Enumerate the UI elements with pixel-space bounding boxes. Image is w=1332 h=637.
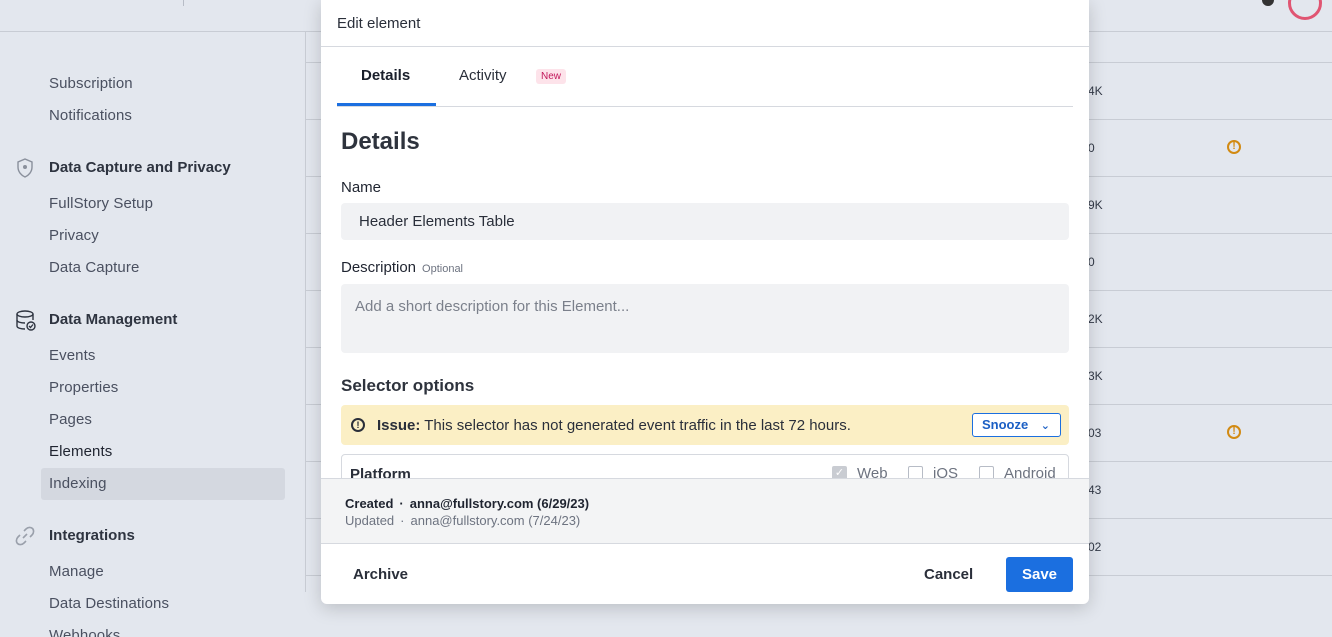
sidebar-section-heading: Data Capture and Privacy: [49, 159, 231, 176]
sidebar-item-notifications[interactable]: Notifications: [49, 107, 132, 124]
alert-icon: !: [351, 418, 365, 432]
modal-content[interactable]: Details Name Header Elements Table Descr…: [341, 108, 1069, 478]
topbar-tick: [183, 0, 184, 6]
name-input[interactable]: Header Elements Table: [341, 203, 1069, 240]
sidebar-item-data-destinations[interactable]: Data Destinations: [49, 595, 169, 612]
sidebar-item-webhooks[interactable]: Webhooks: [49, 627, 120, 637]
sidebar-item-elements[interactable]: Elements: [49, 443, 112, 460]
created-label: Created: [345, 496, 394, 511]
sidebar-item-events[interactable]: Events: [49, 347, 95, 364]
audit-info: Created · anna@fullstory.com (6/29/23) Upd…: [321, 478, 1089, 544]
android-label: Android: [1004, 465, 1056, 478]
table-cell-value: 3K: [1088, 369, 1103, 383]
cancel-button[interactable]: Cancel: [924, 566, 973, 583]
table-cell-value: 2K: [1088, 312, 1103, 326]
description-label: Description Optional: [341, 259, 463, 276]
warning-icon[interactable]: !: [1227, 425, 1241, 439]
ios-label: iOS: [933, 465, 959, 478]
ios-checkbox[interactable]: [908, 466, 923, 478]
edit-element-modal: Edit element Details Activity New Detail…: [321, 0, 1089, 604]
active-tab-indicator: [337, 103, 436, 106]
sidebar-item-properties[interactable]: Properties: [49, 379, 118, 396]
save-button[interactable]: Save: [1006, 557, 1073, 592]
modal-header: Edit element: [321, 0, 1089, 47]
details-heading: Details: [341, 128, 420, 155]
issue-message: This selector has not generated event tr…: [424, 417, 851, 434]
modal-title: Edit element: [337, 15, 421, 32]
modal-footer: Archive Cancel Save: [321, 544, 1089, 604]
table-cell-value: 0: [1088, 255, 1095, 269]
platform-selector: Platform ✓ Web iOS Android: [341, 454, 1069, 478]
tab-activity[interactable]: Activity: [459, 67, 507, 84]
sidebar-item-indexing[interactable]: Indexing: [49, 475, 107, 492]
sidebar-item-data-capture[interactable]: Data Capture: [49, 259, 139, 276]
table-cell-value: 9K: [1088, 198, 1103, 212]
issue-label: Issue:: [377, 417, 421, 434]
snooze-button[interactable]: Snooze ⌄: [972, 413, 1061, 437]
updated-label: Updated: [345, 513, 395, 528]
tab-bar: Details Activity New: [337, 48, 1073, 107]
description-textarea[interactable]: Add a short description for this Element…: [341, 284, 1069, 353]
table-cell-value: 0: [1088, 141, 1095, 155]
table-cell-value: 43: [1088, 483, 1102, 497]
chevron-down-icon: ⌄: [1040, 420, 1050, 432]
issue-text: Issue: This selector has not generated e…: [377, 417, 851, 434]
snooze-label: Snooze: [982, 417, 1029, 432]
description-label-text: Description: [341, 259, 417, 276]
table-cell-value: 03: [1088, 426, 1102, 440]
table-cell-value: 02: [1088, 540, 1102, 554]
link-icon: [14, 525, 36, 547]
database-icon: [14, 309, 36, 331]
sidebar-item-privacy[interactable]: Privacy: [49, 227, 99, 244]
sidebar-section-heading: Data Management: [49, 311, 178, 328]
new-badge: New: [536, 69, 567, 84]
warning-icon[interactable]: !: [1227, 140, 1241, 154]
updated-value: anna@fullstory.com (7/24/23): [410, 513, 581, 528]
avatar[interactable]: [1288, 0, 1322, 20]
tab-details[interactable]: Details: [361, 67, 410, 84]
platform-label: Platform: [350, 466, 411, 478]
sidebar-item-fullstory-setup[interactable]: FullStory Setup: [49, 195, 153, 212]
issue-banner: ! Issue: This selector has not generated…: [341, 405, 1069, 445]
shield-icon: [14, 157, 36, 179]
notification-dot-icon[interactable]: [1262, 0, 1274, 6]
android-checkbox[interactable]: [979, 466, 994, 478]
sidebar-section-heading: Integrations: [49, 527, 135, 544]
separator: ·: [400, 513, 405, 528]
created-value: anna@fullstory.com (6/29/23): [409, 496, 590, 511]
sidebar-item-pages[interactable]: Pages: [49, 411, 92, 428]
name-label: Name: [341, 179, 382, 196]
sidebar-item-manage[interactable]: Manage: [49, 563, 104, 580]
settings-sidebar: [0, 32, 305, 637]
sidebar-item-subscription[interactable]: Subscription: [49, 75, 133, 92]
selector-options-heading: Selector options: [341, 376, 475, 395]
web-checkbox[interactable]: ✓: [832, 466, 847, 478]
separator: ·: [399, 496, 404, 511]
created-info: Created · anna@fullstory.com (6/29/23): [345, 496, 589, 511]
web-label: Web: [857, 465, 888, 478]
table-cell-value: 4K: [1088, 84, 1103, 98]
archive-button[interactable]: Archive: [353, 566, 408, 583]
optional-hint: Optional: [422, 263, 464, 275]
updated-info: Updated · anna@fullstory.com (7/24/23): [345, 513, 580, 528]
